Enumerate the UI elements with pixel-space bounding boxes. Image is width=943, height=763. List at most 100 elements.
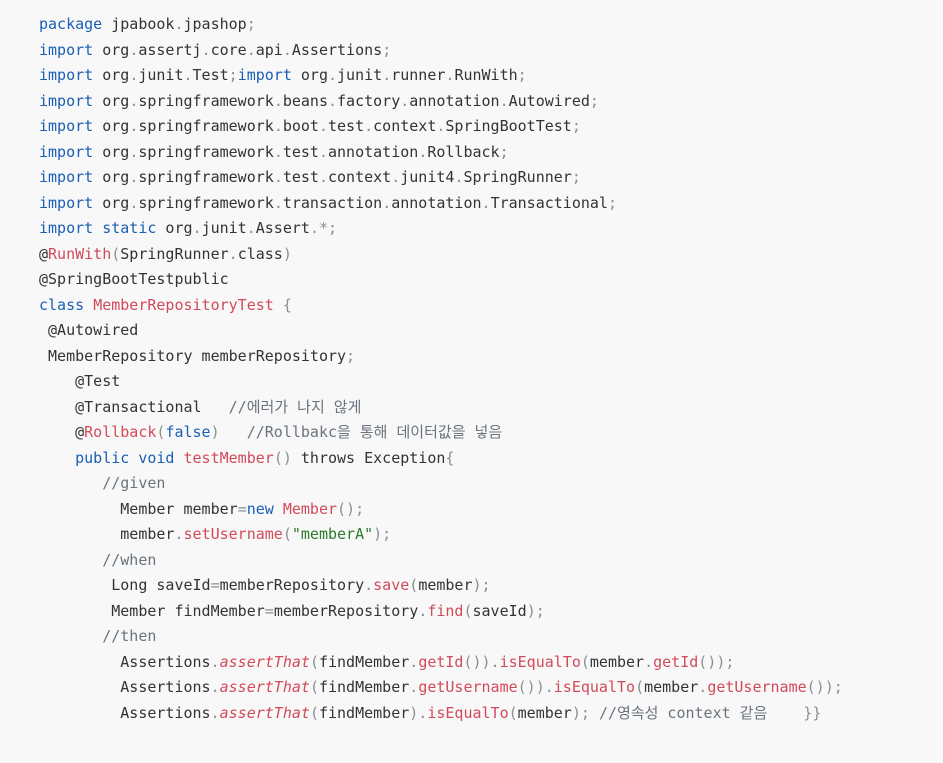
code-token: RunWith — [48, 244, 112, 263]
code-token: //Rollbakc을 통해 데이터값을 넣음 — [246, 423, 503, 441]
code-line: import static org.junit.Assert.*; — [39, 216, 943, 242]
code-token: import — [237, 66, 292, 84]
code-token: org — [93, 168, 130, 186]
code-line: //then — [39, 624, 943, 650]
code-token: ( — [580, 652, 590, 671]
code-token: . — [328, 66, 338, 84]
code-token: member — [120, 525, 175, 543]
code-token: = — [210, 576, 220, 594]
code-line: Member member=new Member(); — [39, 497, 943, 523]
code-token: RunWith — [454, 66, 518, 84]
code-token: void — [138, 448, 175, 467]
code-token: annotation — [409, 91, 500, 110]
code-token: getId — [653, 652, 699, 671]
code-token: org — [93, 91, 130, 110]
code-token: SpringRunner — [120, 244, 229, 263]
code-token: import — [39, 66, 94, 84]
code-token: import — [39, 168, 94, 186]
code-token: . — [418, 142, 428, 161]
code-token: setUsername — [183, 525, 283, 543]
code-line: MemberRepository memberRepository; — [39, 344, 943, 370]
code-token: . — [382, 193, 392, 212]
code-token: . — [499, 91, 509, 110]
code-token: findMember — [318, 652, 410, 671]
code-token: . — [481, 193, 491, 212]
code-token: ) — [282, 244, 292, 263]
code-token: "memberA" — [291, 525, 374, 543]
code-token: { — [445, 448, 455, 467]
code-token: runner — [391, 66, 446, 84]
code-token: org — [93, 117, 130, 135]
code-token: . — [318, 142, 328, 161]
code-token: springframework — [138, 142, 274, 161]
code-token: isEqualTo — [427, 703, 509, 722]
code-line: @SpringBootTestpublic — [39, 267, 943, 293]
code-line: import org.springframework.transaction.a… — [39, 191, 943, 217]
code-token: //then — [102, 627, 157, 645]
code-token: . — [129, 91, 139, 110]
code-token: context — [373, 117, 437, 135]
code-token: class — [39, 295, 85, 314]
code-token: ; — [228, 66, 238, 84]
code-token: @Transactional — [75, 397, 229, 416]
code-token: Rollback — [84, 423, 157, 441]
code-token: assertj — [138, 40, 202, 59]
code-token: . — [318, 117, 328, 135]
code-token: member — [517, 703, 572, 722]
code-line: member.setUsername("memberA"); — [39, 522, 943, 548]
code-token: ()); — [698, 652, 735, 671]
code-token: = — [237, 499, 247, 518]
code-line: class MemberRepositoryTest { — [39, 293, 943, 319]
code-token: Assertions — [291, 40, 383, 59]
code-token: Transactional — [490, 193, 608, 212]
code-token: . — [409, 678, 419, 696]
code-token: ( — [463, 601, 473, 620]
code-line: //when — [39, 548, 943, 574]
code-token: . — [644, 652, 654, 671]
code-token: ( — [309, 703, 319, 722]
code-token: .*; — [309, 219, 338, 237]
code-token: ( — [309, 652, 319, 671]
code-token: . — [201, 40, 211, 59]
code-token: springframework — [138, 117, 274, 135]
code-token: @Autowired — [48, 321, 139, 339]
code-token: () — [273, 448, 292, 467]
code-token: //영속성 context 같음 — [598, 703, 768, 722]
code-token: ; — [346, 346, 356, 365]
code-token: ; — [571, 117, 581, 135]
code-token: ( — [282, 525, 292, 543]
code-token: ( — [409, 576, 419, 594]
code-token: false — [165, 423, 211, 441]
code-token: org — [291, 66, 328, 84]
code-token: transaction — [282, 193, 383, 212]
code-line: import org.springframework.test.context.… — [39, 165, 943, 191]
code-token: memberRepository — [273, 601, 419, 620]
code-token: ; — [246, 15, 256, 33]
code-token: . — [246, 219, 256, 237]
code-line: @Transactional //에러가 나지 않게 — [39, 395, 943, 421]
code-token: springframework — [138, 91, 274, 110]
code-token: ; — [517, 66, 527, 84]
code-token: . — [418, 601, 428, 620]
code-token: @ — [75, 423, 85, 441]
code-token: getUsername — [418, 678, 518, 696]
code-token: Member — [282, 499, 338, 518]
code-line: Assertions.assertThat(findMember.getUser… — [39, 675, 943, 701]
code-token: . — [129, 117, 139, 135]
code-line: Assertions.assertThat(findMember).isEqua… — [39, 701, 943, 727]
code-token: . — [698, 678, 708, 696]
code-token: factory — [337, 91, 401, 110]
code-line: Member findMember=memberRepository.find(… — [39, 599, 943, 625]
code-token: MemberRepositoryTest — [93, 295, 274, 314]
code-token: import — [39, 142, 94, 161]
code-token: core — [210, 40, 247, 59]
code-token: springframework — [138, 168, 274, 186]
